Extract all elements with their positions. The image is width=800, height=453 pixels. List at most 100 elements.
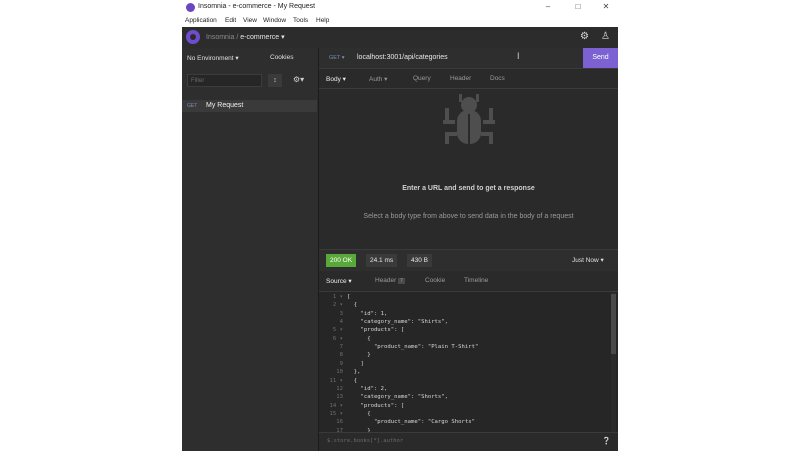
breadcrumb[interactable]: Insomnia / e-commerce ▾ bbox=[206, 33, 285, 41]
tab-source-label: Source bbox=[326, 278, 347, 285]
tab-body-label: Body bbox=[326, 76, 341, 83]
maximize-icon[interactable]: □ bbox=[572, 2, 584, 11]
line-number: 15 ▾ bbox=[329, 410, 343, 417]
tab-response-header[interactable]: Header 7 bbox=[375, 277, 405, 284]
line-number: 16 bbox=[336, 419, 343, 426]
code-line: } bbox=[347, 352, 371, 359]
url-bar: GET ▾ localhost:3001/api/categories I Se… bbox=[319, 48, 618, 69]
sidebar-gear-icon[interactable]: ⚙▾ bbox=[293, 75, 304, 84]
response-status-bar: 200 OK 24.1 ms 430 B Just Now ▾ bbox=[319, 249, 618, 272]
line-number: 5 ▾ bbox=[332, 327, 343, 334]
insomnia-logo-icon[interactable] bbox=[186, 30, 200, 44]
code-line: { bbox=[347, 302, 358, 309]
code-line: { bbox=[347, 377, 358, 384]
line-number: 2 ▾ bbox=[332, 302, 343, 309]
line-number: 10 bbox=[336, 369, 343, 376]
response-filter-bar: $.store.books[*].author ❔ bbox=[319, 432, 618, 451]
title-bar: Insomnia - e-commerce - My Request – □ ✕ bbox=[182, 0, 618, 16]
line-number: 7 bbox=[339, 344, 343, 351]
line-number: 9 bbox=[339, 360, 343, 367]
tab-auth-label: Auth bbox=[369, 76, 383, 83]
environment-label: No Environment bbox=[187, 55, 234, 62]
response-filter-input[interactable]: $.store.books[*].author bbox=[327, 438, 403, 444]
menu-view[interactable]: View bbox=[243, 17, 257, 24]
menu-window[interactable]: Window bbox=[263, 17, 286, 24]
code-line: [ bbox=[347, 294, 351, 300]
empty-state-title: Enter a URL and send to get a response bbox=[402, 185, 535, 192]
request-pane: GET ▾ localhost:3001/api/categories I Se… bbox=[319, 48, 618, 248]
empty-state-hint: Select a body type from above to send da… bbox=[363, 213, 574, 220]
code-line: "product_name": "Plain T-Shirt" bbox=[347, 344, 479, 351]
settings-gear-icon[interactable]: ⚙ bbox=[580, 31, 589, 42]
help-icon[interactable]: ❔ bbox=[602, 437, 611, 445]
code-line: "category_name": "Shorts", bbox=[347, 394, 449, 401]
line-number: 13 bbox=[336, 394, 343, 401]
sidebar-filter-input[interactable]: Filter bbox=[187, 74, 262, 87]
menu-edit[interactable]: Edit bbox=[225, 17, 236, 24]
sidebar-item-my-request[interactable]: GET My Request bbox=[182, 100, 317, 112]
minimize-icon[interactable]: – bbox=[542, 2, 554, 11]
tab-header[interactable]: Header bbox=[450, 75, 471, 82]
tab-cookie[interactable]: Cookie bbox=[425, 277, 445, 284]
code-line: ] bbox=[347, 360, 364, 367]
code-line: "product_name": "Cargo Shorts" bbox=[347, 419, 475, 426]
time-badge: 24.1 ms bbox=[366, 254, 398, 267]
tab-auth[interactable]: Auth ▾ bbox=[369, 75, 387, 83]
code-line: "products": [ bbox=[347, 402, 405, 409]
tab-body[interactable]: Body ▾ bbox=[326, 75, 346, 83]
code-line: "id": 2, bbox=[347, 385, 388, 392]
code-line: "category_name": "Shirts", bbox=[347, 319, 449, 326]
menu-help[interactable]: Help bbox=[316, 17, 329, 24]
response-body-viewer[interactable]: 1 ▾ [2 ▾ {3 "id": 1, 4 "category_name": "S… bbox=[319, 292, 618, 432]
response-tabs: Source ▾ Header 7 Cookie Timeline bbox=[319, 271, 618, 292]
method-label: GET bbox=[329, 55, 341, 61]
code-line: "id": 1, bbox=[347, 310, 388, 317]
sort-icon[interactable]: ↕ bbox=[268, 74, 282, 87]
tab-response-header-label: Header bbox=[375, 277, 397, 284]
insomnia-window: Insomnia - e-commerce - My Request – □ ✕… bbox=[182, 0, 618, 451]
menu-application[interactable]: Application bbox=[185, 17, 217, 24]
line-number: 1 ▾ bbox=[332, 294, 343, 300]
sidebar: No Environment ▾ Cookies Filter ↕ ⚙▾ GET… bbox=[182, 48, 319, 451]
url-input[interactable]: localhost:3001/api/categories bbox=[357, 54, 448, 61]
breadcrumb-parent[interactable]: Insomnia bbox=[206, 34, 234, 41]
size-badge: 430 B bbox=[407, 254, 432, 267]
line-number: 6 ▾ bbox=[332, 335, 343, 342]
line-number: 14 ▾ bbox=[329, 402, 343, 409]
tab-source[interactable]: Source ▾ bbox=[326, 277, 352, 285]
tab-body-background bbox=[319, 90, 357, 109]
code-line: "products": [ bbox=[347, 327, 405, 334]
header-count-badge: 7 bbox=[398, 278, 405, 284]
window-title: Insomnia - e-commerce - My Request bbox=[198, 3, 316, 10]
code-line: { bbox=[347, 410, 371, 417]
code-line: }, bbox=[347, 369, 361, 376]
breadcrumb-workspace[interactable]: e-commerce bbox=[240, 34, 279, 41]
line-number: 4 bbox=[339, 319, 343, 326]
request-tabs: Body ▾ Auth ▾ Query Header Docs bbox=[319, 69, 618, 109]
method-selector[interactable]: GET ▾ bbox=[329, 55, 345, 61]
close-icon[interactable]: ✕ bbox=[600, 2, 612, 11]
line-number: 12 bbox=[336, 385, 343, 392]
text-cursor-icon: I bbox=[517, 51, 520, 61]
timestamp-label: Just Now bbox=[572, 257, 599, 264]
scrollbar-thumb[interactable] bbox=[611, 294, 616, 354]
status-badge: 200 OK bbox=[326, 254, 357, 267]
code-line: { bbox=[347, 335, 371, 342]
line-number: 8 bbox=[339, 352, 343, 359]
tab-query[interactable]: Query bbox=[413, 75, 431, 82]
request-name: My Request bbox=[206, 102, 244, 109]
breadcrumb-separator: / bbox=[236, 34, 239, 41]
request-method-badge: GET bbox=[187, 103, 198, 109]
line-number: 3 bbox=[339, 310, 343, 317]
send-button[interactable]: Send bbox=[583, 48, 618, 68]
app-header: Insomnia / e-commerce ▾ ⚙ ♙ bbox=[182, 27, 618, 49]
account-icon[interactable]: ♙ bbox=[601, 31, 610, 42]
line-number: 11 ▾ bbox=[329, 377, 343, 384]
response-timestamp[interactable]: Just Now ▾ bbox=[572, 256, 604, 264]
chevron-down-icon[interactable]: ▾ bbox=[281, 34, 285, 41]
tab-docs[interactable]: Docs bbox=[490, 75, 505, 82]
tab-timeline[interactable]: Timeline bbox=[464, 277, 488, 284]
environment-selector[interactable]: No Environment ▾ bbox=[187, 54, 239, 62]
cookies-button[interactable]: Cookies bbox=[270, 54, 293, 61]
menu-tools[interactable]: Tools bbox=[293, 17, 308, 24]
